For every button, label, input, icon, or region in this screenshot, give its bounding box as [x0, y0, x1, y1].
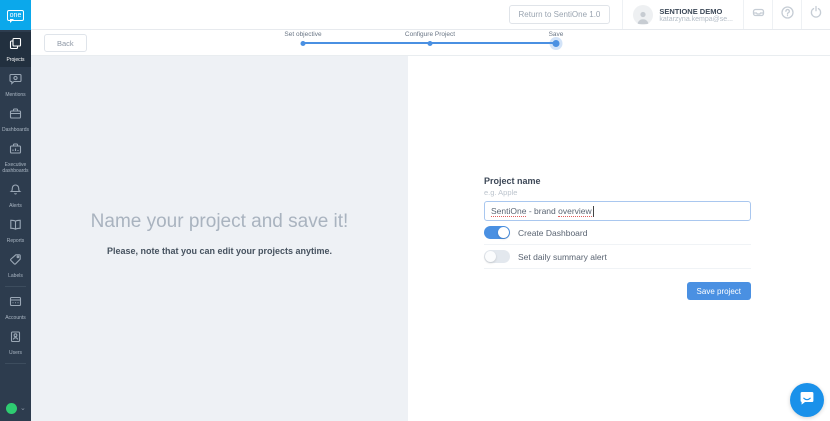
save-project-button[interactable]: Save project [687, 282, 751, 300]
chat-launcher-button[interactable] [790, 383, 824, 417]
text-cursor [593, 206, 594, 217]
save-project-form: Project name e.g. Apple SentiOne - brand… [484, 176, 751, 300]
sidebar-item-executive-dashboards[interactable]: Executive dashboards [0, 137, 31, 178]
dashboards-icon [9, 107, 22, 125]
logout-button[interactable] [801, 0, 830, 29]
step-dot-save[interactable] [553, 40, 560, 47]
input-text-part3: overview [558, 206, 592, 217]
create-dashboard-label: Create Dashboard [518, 228, 587, 238]
sidebar-item-reports[interactable]: Reports [0, 213, 31, 248]
sidebar-nav: Projects Mentions Dashboards Executive d… [0, 32, 31, 367]
sidebar-item-users[interactable]: Users [0, 325, 31, 360]
create-dashboard-toggle-row[interactable]: Create Dashboard [484, 221, 751, 245]
chevron-down-icon: ⌄ [20, 405, 26, 412]
project-name-label: Project name [484, 176, 751, 186]
notifications-tray-button[interactable] [743, 0, 772, 29]
logo-text: one [7, 10, 25, 21]
user-menu[interactable]: SENTIONE DEMO katarzyna.kempa@se... [622, 0, 743, 29]
sidebar-item-dashboards[interactable]: Dashboards [0, 102, 31, 137]
sidebar-item-label: Users [9, 350, 22, 356]
input-text-part1: SentiOne [491, 206, 526, 217]
labels-icon [9, 253, 22, 271]
sidebar-item-label: Accounts [5, 315, 26, 321]
sidebar-divider [5, 363, 26, 364]
sidebar-item-accounts[interactable]: Accounts [0, 290, 31, 325]
daily-summary-toggle-row[interactable]: Set daily summary alert [484, 245, 751, 269]
sidebar-item-label: Labels [8, 273, 23, 279]
executive-dashboards-icon [9, 142, 22, 160]
toggle-knob [485, 251, 496, 262]
form-panel: Project name e.g. Apple SentiOne - brand… [408, 56, 830, 421]
sidebar-item-label: Executive dashboards [1, 162, 30, 174]
inbox-tray-icon [751, 5, 766, 25]
help-icon [780, 5, 795, 25]
input-text-part2: - brand [526, 206, 558, 216]
intro-panel: Name your project and save it! Please, n… [31, 56, 408, 421]
sidebar-item-mentions[interactable]: Mentions [0, 67, 31, 102]
project-name-input[interactable]: SentiOne - brand overview [484, 201, 751, 221]
toggle-knob [498, 227, 509, 238]
help-button[interactable] [772, 0, 801, 29]
sidebar-item-labels[interactable]: Labels [0, 248, 31, 283]
accounts-icon [9, 295, 22, 313]
projects-icon [9, 37, 22, 55]
mentions-icon [9, 72, 22, 90]
sidebar: one Projects Mentions Dashboards Execut [0, 0, 31, 421]
connection-status-menu[interactable]: ⌄ [6, 403, 26, 414]
toggle-off-switch[interactable] [484, 250, 510, 263]
status-online-dot [6, 403, 17, 414]
project-name-hint: e.g. Apple [484, 188, 751, 197]
toggle-on-switch[interactable] [484, 226, 510, 239]
top-header: Return to SentiOne 1.0 SENTIONE DEMO kat… [31, 0, 830, 30]
wizard-bar: Back Set objective Configure Project Sav… [31, 30, 830, 56]
sidebar-item-label: Mentions [5, 92, 25, 98]
users-icon [9, 330, 22, 348]
chat-bubble-icon [799, 390, 815, 411]
step-set-objective[interactable]: Set objective [284, 31, 321, 38]
back-button[interactable]: Back [44, 34, 87, 52]
step-dot-configure-project[interactable] [428, 41, 433, 46]
sidebar-item-label: Reports [7, 238, 25, 244]
sidebar-divider [5, 286, 26, 287]
daily-summary-label: Set daily summary alert [518, 252, 607, 262]
sidebar-item-label: Alerts [9, 203, 22, 209]
user-name: SENTIONE DEMO [659, 7, 733, 16]
sidebar-item-projects[interactable]: Projects [0, 32, 31, 67]
user-email: katarzyna.kempa@se... [659, 16, 733, 23]
intro-subtitle: Please, note that you can edit your proj… [91, 246, 349, 256]
form-actions: Save project [484, 282, 751, 300]
power-icon [809, 5, 823, 24]
alerts-icon [9, 183, 22, 201]
sidebar-item-label: Dashboards [2, 127, 29, 133]
reports-icon [9, 218, 22, 236]
intro-title: Name your project and save it! [91, 211, 349, 233]
avatar [633, 5, 653, 25]
return-to-sentione-button[interactable]: Return to SentiOne 1.0 [509, 5, 611, 24]
sidebar-item-alerts[interactable]: Alerts [0, 178, 31, 213]
sidebar-item-label: Projects [6, 57, 24, 63]
sentione-logo[interactable]: one [0, 0, 31, 30]
step-save[interactable]: Save [549, 31, 564, 38]
step-configure-project[interactable]: Configure Project [405, 31, 455, 38]
step-dot-set-objective[interactable] [301, 41, 306, 46]
